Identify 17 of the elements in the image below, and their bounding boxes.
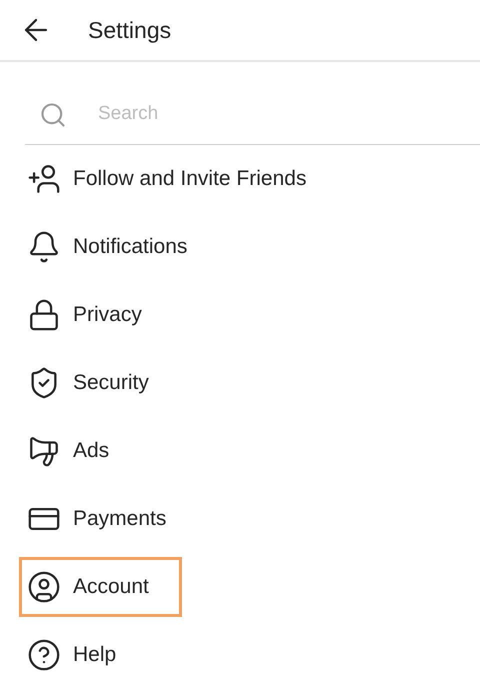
- settings-item[interactable]: Ads: [19, 421, 142, 481]
- search-icon: [39, 100, 67, 128]
- settings-item[interactable]: Privacy: [19, 285, 175, 345]
- settings-item[interactable]: Notifications: [19, 217, 220, 277]
- settings-item[interactable]: Account: [19, 557, 182, 617]
- megaphone-icon: [27, 434, 61, 468]
- settings-item[interactable]: Payments: [19, 489, 200, 549]
- bell-icon: [27, 230, 61, 264]
- settings-item[interactable]: Help: [19, 625, 150, 674]
- help-icon: [27, 638, 61, 672]
- user-circle-icon: [27, 570, 61, 604]
- lock-icon: [27, 298, 61, 332]
- search-field[interactable]: Search: [98, 100, 480, 129]
- settings-item[interactable]: Security: [19, 353, 182, 413]
- page-title: Settings: [88, 16, 172, 45]
- person-plus-icon: [27, 162, 61, 196]
- settings-item[interactable]: Follow and Invite Friends: [19, 149, 340, 209]
